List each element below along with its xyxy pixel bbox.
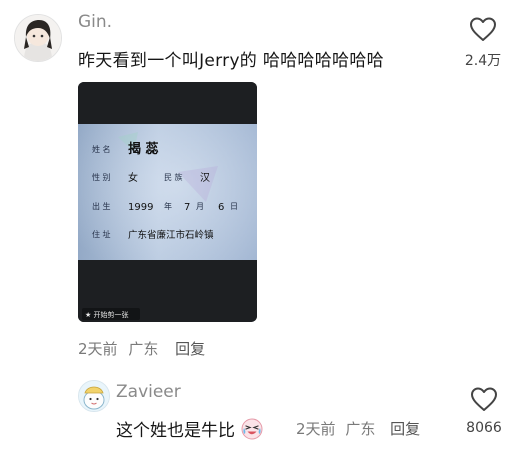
heart-icon[interactable]: [469, 16, 497, 42]
id-address-label: 住 址: [92, 229, 111, 239]
reply-button[interactable]: 回复: [175, 340, 205, 358]
reply-location: 广东: [345, 420, 376, 438]
reply-meta: 2天前 广东 回复: [296, 418, 425, 439]
comment-text: 昨天看到一个叫Jerry的 哈哈哈哈哈哈哈: [78, 51, 384, 71]
id-year-unit: 年: [164, 201, 172, 211]
crying-laughing-emoji-icon: [241, 418, 263, 445]
reply-time: 2天前: [296, 420, 336, 438]
comment-meta: 2天前 广东 回复: [78, 338, 211, 359]
comment-time: 2天前: [78, 340, 118, 358]
avatar[interactable]: [14, 14, 62, 62]
photo-watermark: ★ 开始剪一张: [85, 310, 129, 319]
reply-avatar-image: [79, 381, 109, 411]
avatar-image: [15, 15, 61, 61]
reply-avatar[interactable]: [78, 380, 110, 412]
like-area[interactable]: 2.4万: [458, 16, 508, 70]
id-address-value: 广东省廉江市石岭镇: [128, 229, 214, 241]
id-sex-label: 性 别: [92, 172, 111, 182]
comment-location: 广东: [128, 340, 159, 358]
id-ethnicity-label: 民 族: [164, 172, 183, 182]
id-month-unit: 月: [196, 202, 204, 211]
id-birth-day: 6: [218, 202, 224, 213]
reply-like-area[interactable]: 8066: [456, 386, 512, 436]
id-ethnicity-value: 汉: [200, 172, 210, 184]
id-day-unit: 日: [230, 202, 238, 211]
id-birth-month: 7: [184, 202, 190, 213]
id-card-image: 姓 名 揭 蕊 性 别 女 民 族 汉 出 生 1999 年 7 月 6 日 住…: [78, 82, 257, 322]
comment-username[interactable]: Gin.: [78, 12, 112, 32]
comment-photo[interactable]: 姓 名 揭 蕊 性 别 女 民 族 汉 出 生 1999 年 7 月 6 日 住…: [78, 82, 257, 322]
reply-username[interactable]: Zavieer: [116, 382, 181, 402]
id-birth-label: 出 生: [92, 201, 111, 211]
id-birth-year: 1999: [128, 202, 153, 213]
id-sex-value: 女: [128, 171, 138, 184]
reply-reply-button[interactable]: 回复: [390, 420, 420, 438]
reply-text: 这个姓也是牛比: [116, 421, 235, 441]
id-name-label: 姓 名: [92, 144, 111, 154]
comment-item: Gin. 昨天看到一个叫Jerry的 哈哈哈哈哈哈哈 2.4万 姓 名 揭 蕊 …: [0, 0, 518, 370]
heart-icon[interactable]: [470, 386, 498, 412]
id-name-value: 揭 蕊: [128, 141, 159, 157]
reply-item: Zavieer 这个姓也是牛比 2天前 广东 回复 8066: [0, 372, 518, 459]
reply-like-count: 8066: [466, 420, 502, 436]
like-count: 2.4万: [464, 53, 502, 69]
reply-text-line: 这个姓也是牛比: [116, 416, 263, 445]
